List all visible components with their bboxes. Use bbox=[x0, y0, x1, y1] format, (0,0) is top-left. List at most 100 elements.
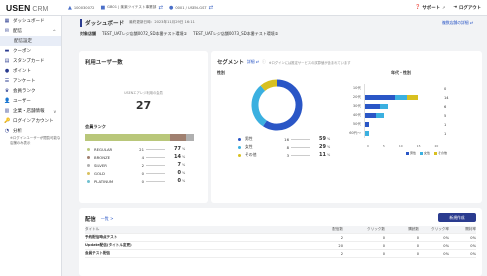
support-link[interactable]: ❓ サポート ↗ bbox=[415, 5, 445, 11]
table-row[interactable]: 会員テスト配信 2 0 0 0% 0% bbox=[85, 250, 476, 258]
delivery-table: タイトル 配信数 クリック数 購読数 クリック率 開封率 予約配信時点テスト 2 0 0 0% 0% U… bbox=[85, 226, 476, 258]
table-cell: 0% bbox=[443, 235, 449, 240]
table-cell: 0 bbox=[416, 251, 419, 256]
switch-user-icon[interactable]: ⇄ bbox=[209, 5, 214, 11]
age-total: 1 bbox=[444, 122, 447, 127]
table-row[interactable]: 予約配信時点テスト 2 0 0 0% 0% bbox=[85, 234, 476, 242]
users-subtitle: USENエアレジ利用の会員 bbox=[124, 91, 163, 95]
logout-icon: ⇥ bbox=[453, 5, 458, 10]
age-plot bbox=[364, 129, 440, 138]
users-card: 利用ユーザー数 USENエアレジ利用の会員 27 会員ランク REGULAR 21… bbox=[79, 51, 208, 203]
sidebar-item-label: 分析 bbox=[13, 129, 22, 134]
table-cell: Update配信(タイトル変更) bbox=[85, 243, 132, 247]
new-delivery-button[interactable]: 新規作成 bbox=[438, 213, 476, 222]
age-bar-segment bbox=[376, 113, 384, 118]
sidebar-item-label: ユーザー bbox=[13, 99, 31, 104]
sidebar-item-label: アンケート bbox=[13, 79, 36, 84]
user-icon: ● bbox=[168, 4, 174, 11]
sidebar-item[interactable]: ♛ 会員ランク bbox=[0, 86, 61, 96]
age-bar-segment bbox=[365, 113, 377, 118]
help-icon: ❓ bbox=[414, 5, 421, 10]
sidebar-item-label: ログインアカウント bbox=[13, 119, 54, 124]
sidebar-item[interactable]: 👤 ユーザー bbox=[0, 96, 61, 106]
gender-name: その他 bbox=[245, 152, 257, 157]
info-icon[interactable]: ⓘ bbox=[262, 59, 266, 65]
app-logo[interactable]: USEN CRM bbox=[0, 3, 62, 13]
table-row[interactable]: Update配信(タイトル変更) 20 0 0 0% 0% bbox=[85, 242, 476, 250]
sidebar-item[interactable]: 🔑 ログインアカウント bbox=[0, 116, 61, 126]
age-axis: 0 5 10 15 20 bbox=[367, 144, 438, 148]
age-plot bbox=[364, 84, 440, 93]
rank-pct: 0 bbox=[177, 170, 181, 176]
gender-row: その他 3 11% bbox=[238, 151, 330, 159]
sidebar-item[interactable]: ☰ アンケート bbox=[0, 76, 61, 86]
segment-header: セグメント 詳細 ⇄ ⓘ ※ログインには推定サービスの試算値が含まれています bbox=[211, 51, 482, 66]
gender-dot bbox=[238, 153, 241, 157]
gender-line bbox=[291, 154, 310, 156]
rank-icon: ♛ bbox=[4, 88, 10, 94]
dashboard-icon: ▦ bbox=[4, 18, 10, 24]
chevron-icon: ^ bbox=[52, 28, 56, 34]
rank-list: REGULAR 21 77% BRONZE 4 14% SILVER 2 7% GOLD 0 0% PL… bbox=[79, 145, 208, 185]
sidebar-item[interactable]: ▬ クーポン bbox=[0, 46, 61, 56]
rank-row: REGULAR 21 77% bbox=[79, 145, 208, 153]
pct-sign: % bbox=[182, 179, 186, 183]
sidebar-item[interactable]: ▦ ダッシュボード bbox=[0, 16, 61, 26]
segment-title: セグメント bbox=[217, 60, 244, 66]
legend-swatch bbox=[434, 151, 438, 155]
tenant-name: GB01 | 楽楽ツイテスト事業部 bbox=[107, 5, 157, 9]
rank-dot bbox=[87, 163, 90, 167]
column-header: 配信数 bbox=[332, 227, 343, 231]
sidebar-item[interactable]: ▤ スタンプカード bbox=[0, 56, 61, 66]
sidebar: ▦ ダッシュボード ✉ 配信 ^ 配信設定 ▬ クーポン ▤ スタンプカード ● ポイント ☰ アンケート… bbox=[0, 16, 62, 276]
sidebar-item[interactable]: ✉ 配信 ^ bbox=[0, 26, 61, 36]
rank-bar-segment bbox=[186, 134, 194, 141]
column-header: クリック数 bbox=[367, 227, 385, 231]
logout-link[interactable]: ⇥ ログアウト bbox=[453, 5, 481, 11]
delivery-list-link[interactable]: 一覧 > bbox=[101, 216, 114, 222]
switch-tenant-icon[interactable]: ⇄ bbox=[158, 5, 163, 11]
pct-sign: % bbox=[182, 171, 186, 175]
rank-value: 0 bbox=[141, 170, 144, 176]
gender-legend: 男性 16 59% 女性 8 29% その他 3 11% bbox=[238, 135, 330, 159]
pct-sign: % bbox=[182, 155, 186, 159]
age-total: 1 bbox=[444, 131, 447, 136]
pct-sign: % bbox=[182, 147, 186, 151]
gender-row: 男性 16 59% bbox=[238, 135, 330, 143]
store-detail-link[interactable]: 複数店舗の詳細 ⇄ bbox=[442, 20, 473, 26]
age-bar-segment bbox=[365, 122, 369, 127]
age-bar-segment bbox=[365, 131, 369, 136]
logo-sub: CRM bbox=[32, 5, 49, 13]
rank-value: 21 bbox=[139, 146, 144, 152]
segment-detail-link[interactable]: 詳細 ⇄ bbox=[247, 59, 259, 65]
gender-name: 女性 bbox=[245, 144, 253, 149]
tenant-info: ■ GB01 | 楽楽ツイテスト事業部 ⇄ bbox=[100, 5, 163, 11]
gender-label: 性別 bbox=[217, 70, 225, 75]
users-count: 27 bbox=[135, 99, 152, 112]
user-info: ● 0001 / USEN-GST ⇄ bbox=[169, 5, 213, 11]
rank-dot bbox=[87, 155, 90, 159]
rank-line bbox=[146, 164, 165, 166]
rank-dot bbox=[87, 179, 90, 183]
age-row: 10代 0 bbox=[338, 84, 478, 93]
age-bar-segment bbox=[380, 104, 388, 109]
rank-row: SILVER 2 7% bbox=[79, 161, 208, 169]
top-bar: USEN CRM ▲ 100030072 ■ GB01 | 楽楽ツイテスト事業部 ⇄ ●… bbox=[0, 0, 487, 16]
legend-swatch bbox=[406, 151, 409, 155]
table-cell: 0 bbox=[382, 243, 385, 248]
axis-tick: 10 bbox=[398, 144, 403, 148]
axis-tick: 15 bbox=[416, 144, 421, 148]
gender-value: 16 bbox=[284, 136, 289, 142]
store-targets: 対象店舗 TEST_UATレジ店舗0072_SD本番テスト環境① TEST_UA… bbox=[64, 29, 487, 39]
gender-dot bbox=[238, 137, 241, 141]
support-label: サポート bbox=[422, 5, 440, 11]
sidebar-item[interactable]: ▥ 企業・店舗情報 v bbox=[0, 106, 61, 116]
sidebar-item[interactable]: ● ポイント bbox=[0, 66, 61, 76]
age-bar-segment bbox=[365, 95, 396, 100]
age-plot bbox=[364, 120, 440, 129]
delivery-title: 配信 bbox=[85, 217, 96, 223]
sidebar-item[interactable]: 配信設定 bbox=[0, 36, 61, 46]
survey-icon: ☰ bbox=[4, 78, 10, 84]
sidebar-item-label: 企業・店舗情報 bbox=[13, 109, 45, 114]
rank-line bbox=[146, 148, 165, 150]
